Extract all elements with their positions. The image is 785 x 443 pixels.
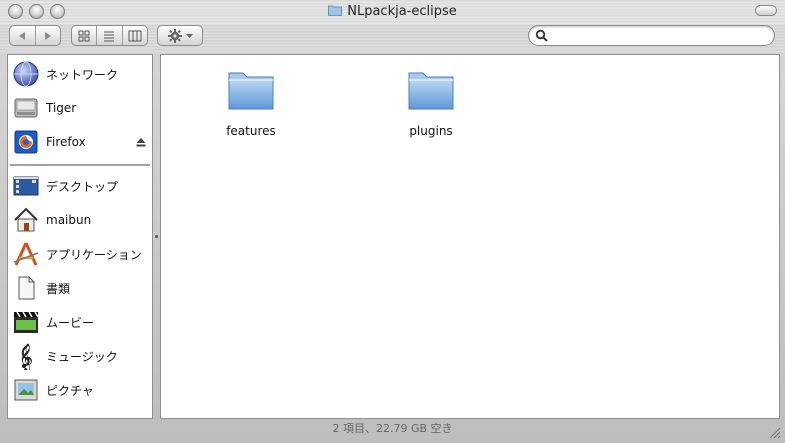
sidebar-item-label: Firefox xyxy=(46,135,86,149)
list-view-button[interactable] xyxy=(96,26,121,45)
gear-icon xyxy=(168,28,182,43)
sidebar-item-desktop[interactable]: デスクトップ xyxy=(8,170,152,202)
eject-icon[interactable] xyxy=(136,137,146,147)
column-view-icon xyxy=(128,30,142,41)
search-field[interactable] xyxy=(528,25,775,46)
splitter-grip-dot xyxy=(155,235,158,238)
sidebar-item-pictures[interactable]: ピクチャ xyxy=(8,374,152,406)
applications-icon xyxy=(12,240,40,268)
icon-view-icon xyxy=(78,30,90,41)
chevron-down-icon xyxy=(186,33,193,38)
desktop-icon xyxy=(12,172,40,200)
firefox-disk-icon xyxy=(12,128,40,156)
hard-drive-icon xyxy=(12,94,40,122)
forward-button[interactable] xyxy=(34,26,61,45)
sidebar-item-label: maibun xyxy=(46,213,92,227)
status-text: 2 項目、22.79 GB 空き xyxy=(332,422,453,435)
sidebar: ネットワーク Tiger Firefox デスクトップ maibun アプリケー… xyxy=(7,54,153,419)
folder-icon xyxy=(408,72,454,110)
sidebar-splitter[interactable] xyxy=(153,54,160,419)
folder-icon xyxy=(228,72,274,110)
file-name: plugins xyxy=(409,124,453,138)
back-arrow-icon xyxy=(19,31,26,40)
sidebar-item-label: Tiger xyxy=(46,101,77,115)
search-input[interactable] xyxy=(551,28,770,45)
status-bar: 2 項目、22.79 GB 空き xyxy=(0,420,785,443)
file-item-features[interactable]: features xyxy=(211,63,291,138)
pictures-icon xyxy=(12,376,40,404)
home-icon xyxy=(12,206,40,234)
resize-grip-icon[interactable] xyxy=(768,426,781,439)
sidebar-item-applications[interactable]: アプリケーション xyxy=(8,238,152,270)
folder-icon xyxy=(328,5,343,16)
sidebar-item-network[interactable]: ネットワーク xyxy=(8,58,152,90)
file-browser-pane[interactable]: features plugins xyxy=(160,54,780,419)
documents-icon xyxy=(12,274,40,302)
movies-icon xyxy=(12,308,40,336)
sidebar-item-tiger[interactable]: Tiger xyxy=(8,92,152,124)
sidebar-item-label: デスクトップ xyxy=(46,179,119,194)
back-button[interactable] xyxy=(10,26,35,45)
network-globe-icon xyxy=(12,60,40,88)
sidebar-item-firefox[interactable]: Firefox xyxy=(8,126,152,158)
window-title: NLpackja-eclipse xyxy=(0,4,785,19)
icon-view-button[interactable] xyxy=(72,26,96,45)
window-title-text: NLpackja-eclipse xyxy=(347,4,457,19)
sidebar-item-label: 書類 xyxy=(46,281,71,296)
sidebar-item-movies[interactable]: ムービー xyxy=(8,306,152,338)
search-icon xyxy=(535,29,548,42)
forward-arrow-icon xyxy=(44,31,51,40)
column-view-button[interactable] xyxy=(121,26,147,45)
toolbar-toggle-button[interactable] xyxy=(755,5,777,16)
action-button-cell[interactable] xyxy=(158,26,202,45)
finder-window: NLpackja-eclipse ネットワーク Tiger Firefox デス… xyxy=(0,0,785,443)
list-view-icon xyxy=(104,31,115,41)
sidebar-item-label: ピクチャ xyxy=(46,383,94,398)
sidebar-item-home[interactable]: maibun xyxy=(8,204,152,236)
music-icon: 𝄞 xyxy=(12,342,40,370)
title-bar[interactable]: NLpackja-eclipse xyxy=(0,0,785,24)
file-item-plugins[interactable]: plugins xyxy=(391,63,471,138)
toolbar xyxy=(0,24,785,52)
view-mode-segment xyxy=(71,25,148,46)
sidebar-separator xyxy=(10,164,150,166)
file-name: features xyxy=(226,124,276,138)
sidebar-item-label: ネットワーク xyxy=(46,67,119,82)
sidebar-item-music[interactable]: 𝄞 ミュージック xyxy=(8,340,152,372)
sidebar-item-label: アプリケーション xyxy=(46,247,142,262)
sidebar-item-label: ムービー xyxy=(46,315,95,330)
sidebar-item-documents[interactable]: 書類 xyxy=(8,272,152,304)
action-menu-button[interactable] xyxy=(157,25,203,46)
nav-segment xyxy=(9,25,61,46)
sidebar-item-label: ミュージック xyxy=(46,349,118,364)
